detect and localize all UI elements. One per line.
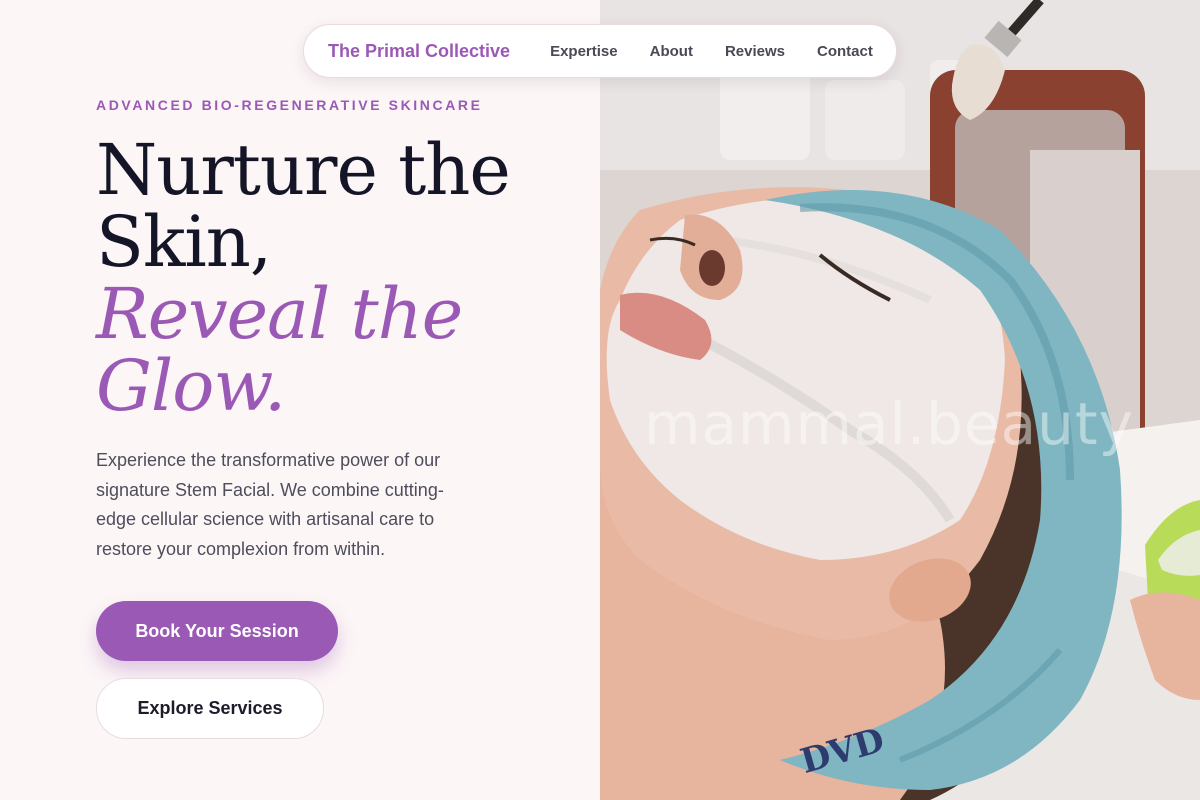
nav-links: Expertise About Reviews Contact (550, 43, 873, 60)
brand-logo-link[interactable]: The Primal Collective (328, 41, 510, 62)
nav-link-expertise[interactable]: Expertise (550, 43, 618, 60)
nav-link-contact[interactable]: Contact (817, 43, 873, 60)
headline-line-2: Skin, (96, 201, 272, 283)
watermark-text: mammal.beauty (644, 390, 1134, 458)
hero-headline: Nurture the Skin, Reveal the Glow. (96, 134, 566, 422)
hero-description: Experience the transformative power of o… (96, 450, 444, 559)
explore-services-button[interactable]: Explore Services (96, 678, 324, 739)
book-session-button[interactable]: Book Your Session (96, 601, 338, 661)
headline-accent-line-2: Glow. (96, 345, 286, 427)
nav-link-about[interactable]: About (650, 43, 693, 60)
headline-accent-line-1: Reveal the (96, 273, 463, 355)
hero-image: DVD mammal.beauty (600, 0, 1200, 800)
hero-eyebrow: ADVANCED BIO-REGENERATIVE SKINCARE (96, 97, 483, 113)
headline-line-1: Nurture the (96, 129, 511, 211)
top-navigation: The Primal Collective Expertise About Re… (303, 24, 897, 78)
nav-link-reviews[interactable]: Reviews (725, 43, 785, 60)
